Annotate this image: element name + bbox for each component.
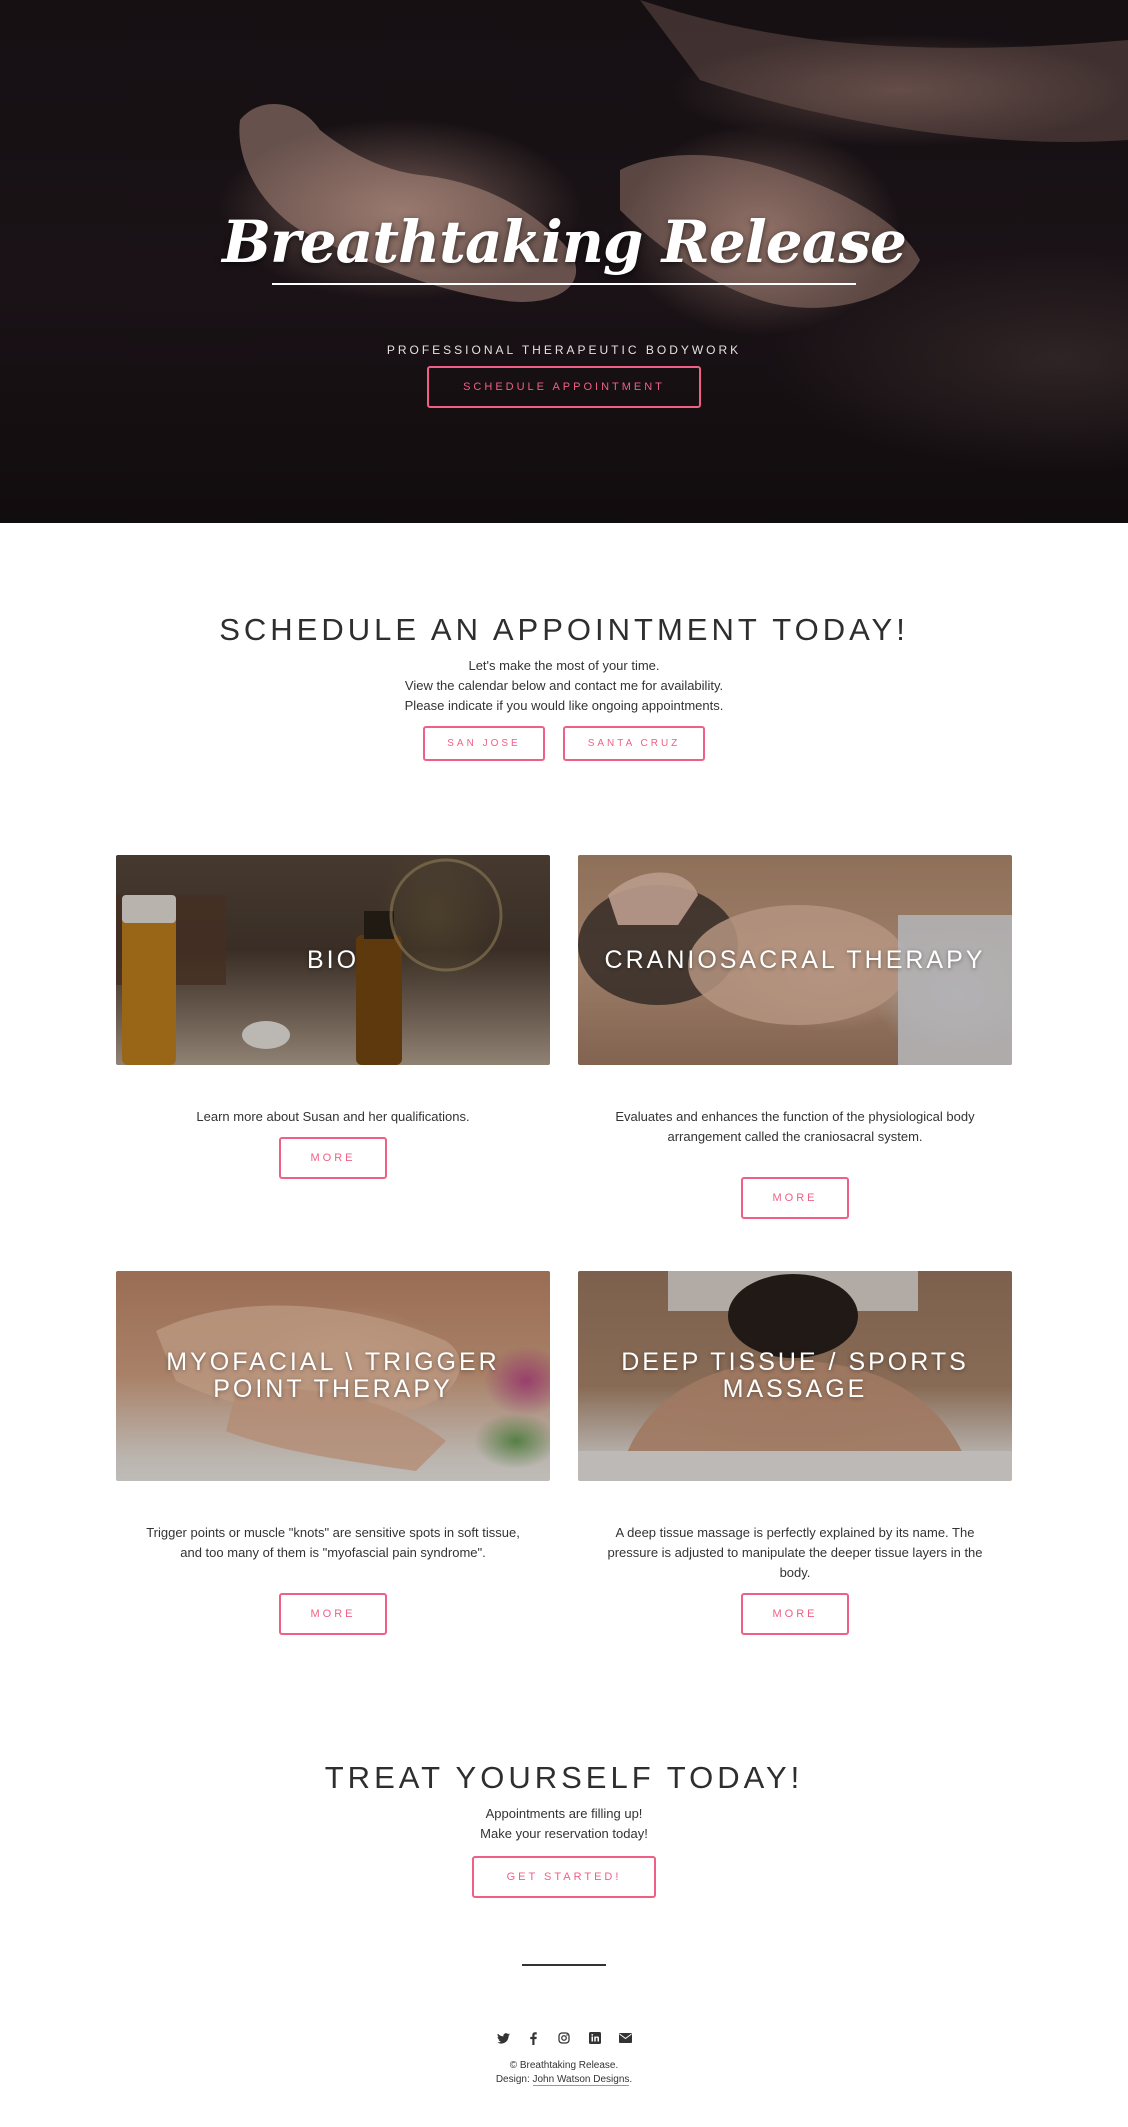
copyright-text: © Breathtaking Release. [509, 2060, 619, 2071]
myofascial-card-description: Trigger points or muscle "knots" are sen… [146, 1525, 520, 1560]
hero-section: Breathtaking Release PROFESSIONAL THERAP… [0, 0, 1128, 523]
craniosacral-card-title: CRANIOSACRAL THERAPY [604, 945, 986, 974]
schedule-text: Let's make the most of your time. View t… [0, 656, 1128, 716]
social-links [494, 2029, 634, 2047]
treat-text: Appointments are filling up! Make your r… [0, 1804, 1128, 1844]
schedule-line: Please indicate if you would like ongoin… [404, 698, 724, 713]
hero-subtitle: PROFESSIONAL THERAPEUTIC BODYWORK [386, 343, 742, 357]
schedule-appointment-button[interactable]: SCHEDULE APPOINTMENT [427, 366, 701, 408]
santa-cruz-button[interactable]: SANTA CRUZ [563, 726, 705, 761]
myofascial-card-image[interactable]: MYOFACIAL \ TRIGGER POINT THERAPY [116, 1271, 550, 1481]
bio-card-description: Learn more about Susan and her qualifica… [196, 1109, 470, 1124]
design-credit: Design: John Watson Designs. [0, 2074, 1128, 2086]
craniosacral-card-image[interactable]: CRANIOSACRAL THERAPY [578, 855, 1012, 1065]
envelope-icon[interactable] [616, 2029, 634, 2047]
instagram-icon[interactable] [555, 2029, 573, 2047]
design-prefix: Design: [495, 2074, 530, 2085]
treat-line: Appointments are filling up! [485, 1806, 643, 1821]
get-started-button[interactable]: GET STARTED! [472, 1856, 656, 1898]
deep-tissue-card-image[interactable]: DEEP TISSUE / SPORTS MASSAGE [578, 1271, 1012, 1481]
bio-card-title: BIO [306, 945, 360, 974]
bio-more-button[interactable]: MORE [279, 1137, 387, 1179]
myofascial-more-button[interactable]: MORE [279, 1593, 387, 1635]
footer-divider [522, 1964, 606, 1966]
san-jose-button[interactable]: SAN JOSE [423, 726, 545, 761]
facebook-icon[interactable] [525, 2029, 543, 2047]
treat-heading: TREAT YOURSELF TODAY! [324, 1760, 804, 1795]
bio-card-image[interactable]: BIO [116, 855, 550, 1065]
myofascial-card-title: MYOFACIAL \ TRIGGER POINT THERAPY [166, 1348, 500, 1403]
deep-tissue-card-description: A deep tissue massage is perfectly expla… [607, 1525, 983, 1580]
craniosacral-card-description: Evaluates and enhances the function of t… [615, 1109, 975, 1144]
hero-title: Breathtaking Release [222, 208, 907, 276]
schedule-line: Let's make the most of your time. [468, 658, 660, 673]
craniosacral-more-button[interactable]: MORE [741, 1177, 849, 1219]
schedule-heading: SCHEDULE AN APPOINTMENT TODAY! [219, 612, 909, 647]
linkedin-icon[interactable] [586, 2029, 604, 2047]
schedule-line: View the calendar below and contact me f… [404, 678, 724, 693]
twitter-icon[interactable] [494, 2029, 512, 2047]
hero-divider [272, 283, 856, 285]
treat-line: Make your reservation today! [480, 1826, 648, 1841]
design-suffix: . [629, 2074, 633, 2085]
deep-tissue-card-title: DEEP TISSUE / SPORTS MASSAGE [621, 1348, 969, 1403]
designer-link[interactable]: John Watson Designs [532, 2074, 630, 2086]
deep-tissue-more-button[interactable]: MORE [741, 1593, 849, 1635]
